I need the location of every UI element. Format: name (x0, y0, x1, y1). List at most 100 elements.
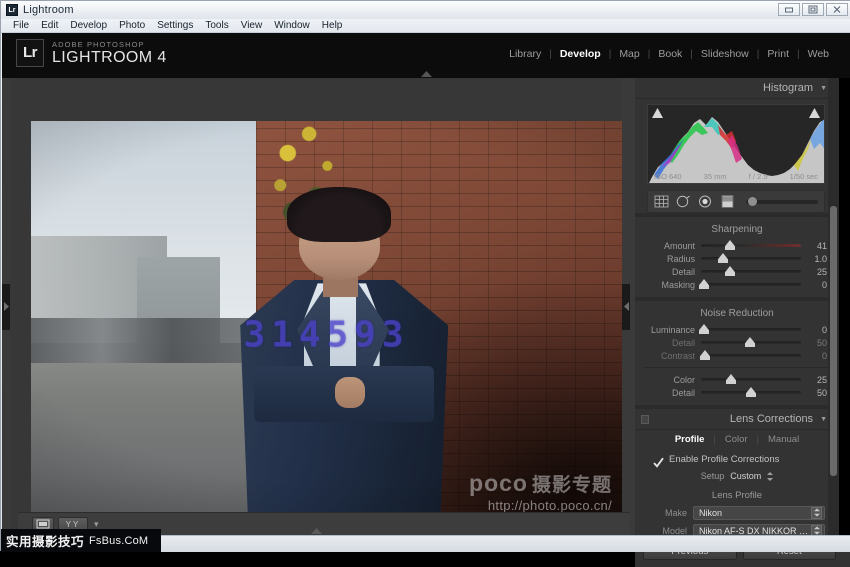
histogram-panel-header[interactable]: Histogram ▼ (635, 78, 839, 99)
right-panel-scrollbar[interactable] (828, 78, 839, 535)
lightroom-app: Lr ADOBE PHOTOSHOP LIGHTROOM 4 Library |… (2, 33, 850, 567)
lens-model-dropdown[interactable]: Nikon AF-S DX NIKKOR 35mm... (693, 523, 825, 535)
slider-track[interactable] (701, 374, 801, 384)
slider-row-nr-color[interactable]: Color 25 (635, 373, 839, 386)
menu-file[interactable]: File (7, 19, 35, 33)
image-stage: 314593 poco 摄影专题 http://photo.poco.cn/ YY… (2, 78, 635, 535)
menu-window[interactable]: Window (268, 19, 316, 33)
slider-value[interactable]: 1.0 (801, 254, 827, 264)
crop-overlay-icon[interactable] (654, 195, 669, 208)
module-map[interactable]: Map (611, 48, 647, 60)
panel-group-separator (635, 213, 839, 217)
slider-label: Luminance (650, 324, 695, 335)
toolbar-caret-icon[interactable]: ▾ (94, 519, 99, 530)
close-icon[interactable] (826, 3, 848, 16)
graduated-filter-icon[interactable] (720, 195, 735, 208)
bottom-panel-collapse-arrow[interactable] (287, 526, 345, 535)
setup-row[interactable]: Setup Custom (635, 471, 839, 481)
setup-value[interactable]: Custom (730, 471, 761, 481)
slider-track[interactable] (701, 240, 801, 250)
chevron-down-icon[interactable]: ▼ (820, 416, 827, 423)
slider-row-sharpening-detail[interactable]: Detail 25 (635, 265, 839, 278)
updown-arrows-icon[interactable] (767, 471, 774, 481)
slider-value[interactable]: 50 (801, 338, 827, 348)
lens-make-label: Make (664, 507, 687, 518)
top-panel-collapse-arrow[interactable] (396, 69, 456, 78)
slider-row-nr-luminance-detail[interactable]: Detail 50 (635, 336, 839, 349)
slider-value[interactable]: 0 (801, 325, 827, 335)
slider-row-nr-color-detail[interactable]: Detail 50 (635, 386, 839, 399)
slider-track[interactable] (701, 337, 801, 347)
slider-handle[interactable] (718, 253, 728, 263)
menu-view[interactable]: View (235, 19, 269, 33)
dropdown-arrow-icon[interactable] (811, 506, 822, 519)
slider-value[interactable]: 41 (801, 241, 827, 251)
slider-value[interactable]: 0 (801, 280, 827, 290)
module-develop[interactable]: Develop (552, 48, 609, 60)
minimize-icon[interactable] (778, 3, 800, 16)
slider-handle[interactable] (745, 337, 755, 347)
tab-manual[interactable]: Manual (759, 434, 808, 445)
window-titlebar: Lr Lightroom (1, 1, 850, 19)
slider-value[interactable]: 0 (801, 351, 827, 361)
slider-value[interactable]: 25 (801, 375, 827, 385)
slider-row-sharpening-masking[interactable]: Masking 0 (635, 278, 839, 291)
page-watermark: 实用摄影技巧 FsBus.CoM (1, 529, 161, 552)
histogram-graph[interactable]: ISO 640 35 mm f / 2.5 1/50 sec (647, 104, 825, 184)
slider-track[interactable] (701, 387, 801, 397)
left-panel-collapse-arrow[interactable] (2, 283, 10, 330)
enable-profile-corrections-row[interactable]: Enable Profile Corrections (635, 448, 839, 468)
tab-color[interactable]: Color (716, 434, 757, 445)
slider-label: Contrast (660, 350, 695, 361)
red-eye-icon[interactable] (698, 195, 713, 208)
slider-value[interactable]: 50 (801, 388, 827, 398)
module-web[interactable]: Web (800, 48, 837, 60)
slider-handle[interactable] (746, 387, 756, 397)
slider-track[interactable] (700, 350, 801, 360)
dropdown-arrow-icon[interactable] (811, 524, 822, 535)
slider-track[interactable] (699, 279, 801, 289)
slider-track[interactable] (699, 324, 801, 334)
module-slideshow[interactable]: Slideshow (693, 48, 757, 60)
slider-value[interactable]: 25 (801, 267, 827, 277)
module-print[interactable]: Print (759, 48, 797, 60)
photo-preview[interactable]: 314593 poco 摄影专题 http://photo.poco.cn/ (31, 121, 622, 532)
photo-watermark-brand: poco 摄影专题 (469, 471, 612, 498)
slider-row-nr-luminance-contrast[interactable]: Contrast 0 (635, 349, 839, 362)
slider-row-sharpening-radius[interactable]: Radius 1.0 (635, 252, 839, 265)
menu-develop[interactable]: Develop (64, 19, 113, 33)
maximize-icon[interactable] (802, 3, 824, 16)
module-library[interactable]: Library (501, 48, 549, 60)
slider-row-nr-luminance[interactable]: Luminance 0 (635, 323, 839, 336)
tool-size-slider[interactable] (746, 196, 818, 206)
menu-edit[interactable]: Edit (35, 19, 64, 33)
slider-handle[interactable] (725, 266, 735, 276)
module-book[interactable]: Book (650, 48, 690, 60)
slider-row-sharpening-amount[interactable]: Amount 41 (635, 239, 839, 252)
slider-track[interactable] (701, 253, 801, 263)
right-panel-scrollbar-thumb[interactable] (830, 206, 837, 476)
tool-size-slider-handle[interactable] (748, 196, 757, 206)
slider-handle[interactable] (725, 240, 735, 250)
slider-handle[interactable] (726, 374, 736, 384)
panel-switch-icon[interactable] (641, 415, 649, 424)
slider-label: Detail (671, 387, 695, 398)
lens-make-row[interactable]: Make Nikon (635, 505, 839, 520)
menu-tools[interactable]: Tools (199, 19, 234, 33)
chevron-down-icon[interactable]: ▼ (820, 85, 827, 92)
identity-plate[interactable]: Lr ADOBE PHOTOSHOP LIGHTROOM 4 (16, 39, 167, 67)
lens-model-row[interactable]: Model Nikon AF-S DX NIKKOR 35mm... (635, 523, 839, 535)
right-panel-collapse-arrow[interactable] (622, 283, 630, 330)
menu-settings[interactable]: Settings (151, 19, 199, 33)
tab-profile[interactable]: Profile (666, 434, 714, 445)
menu-help[interactable]: Help (316, 19, 349, 33)
spot-removal-icon[interactable] (676, 195, 691, 208)
slider-label: Radius (666, 253, 695, 264)
exif-readout: ISO 640 35 mm f / 2.5 1/50 sec (648, 172, 824, 181)
menu-photo[interactable]: Photo (113, 19, 151, 33)
lens-make-dropdown[interactable]: Nikon (693, 505, 825, 520)
lens-corrections-panel-header[interactable]: Lens Corrections ▼ (635, 409, 839, 430)
slider-track[interactable] (701, 266, 801, 276)
checkbox-checked-icon[interactable] (653, 455, 664, 468)
slider-handle[interactable] (700, 350, 710, 360)
